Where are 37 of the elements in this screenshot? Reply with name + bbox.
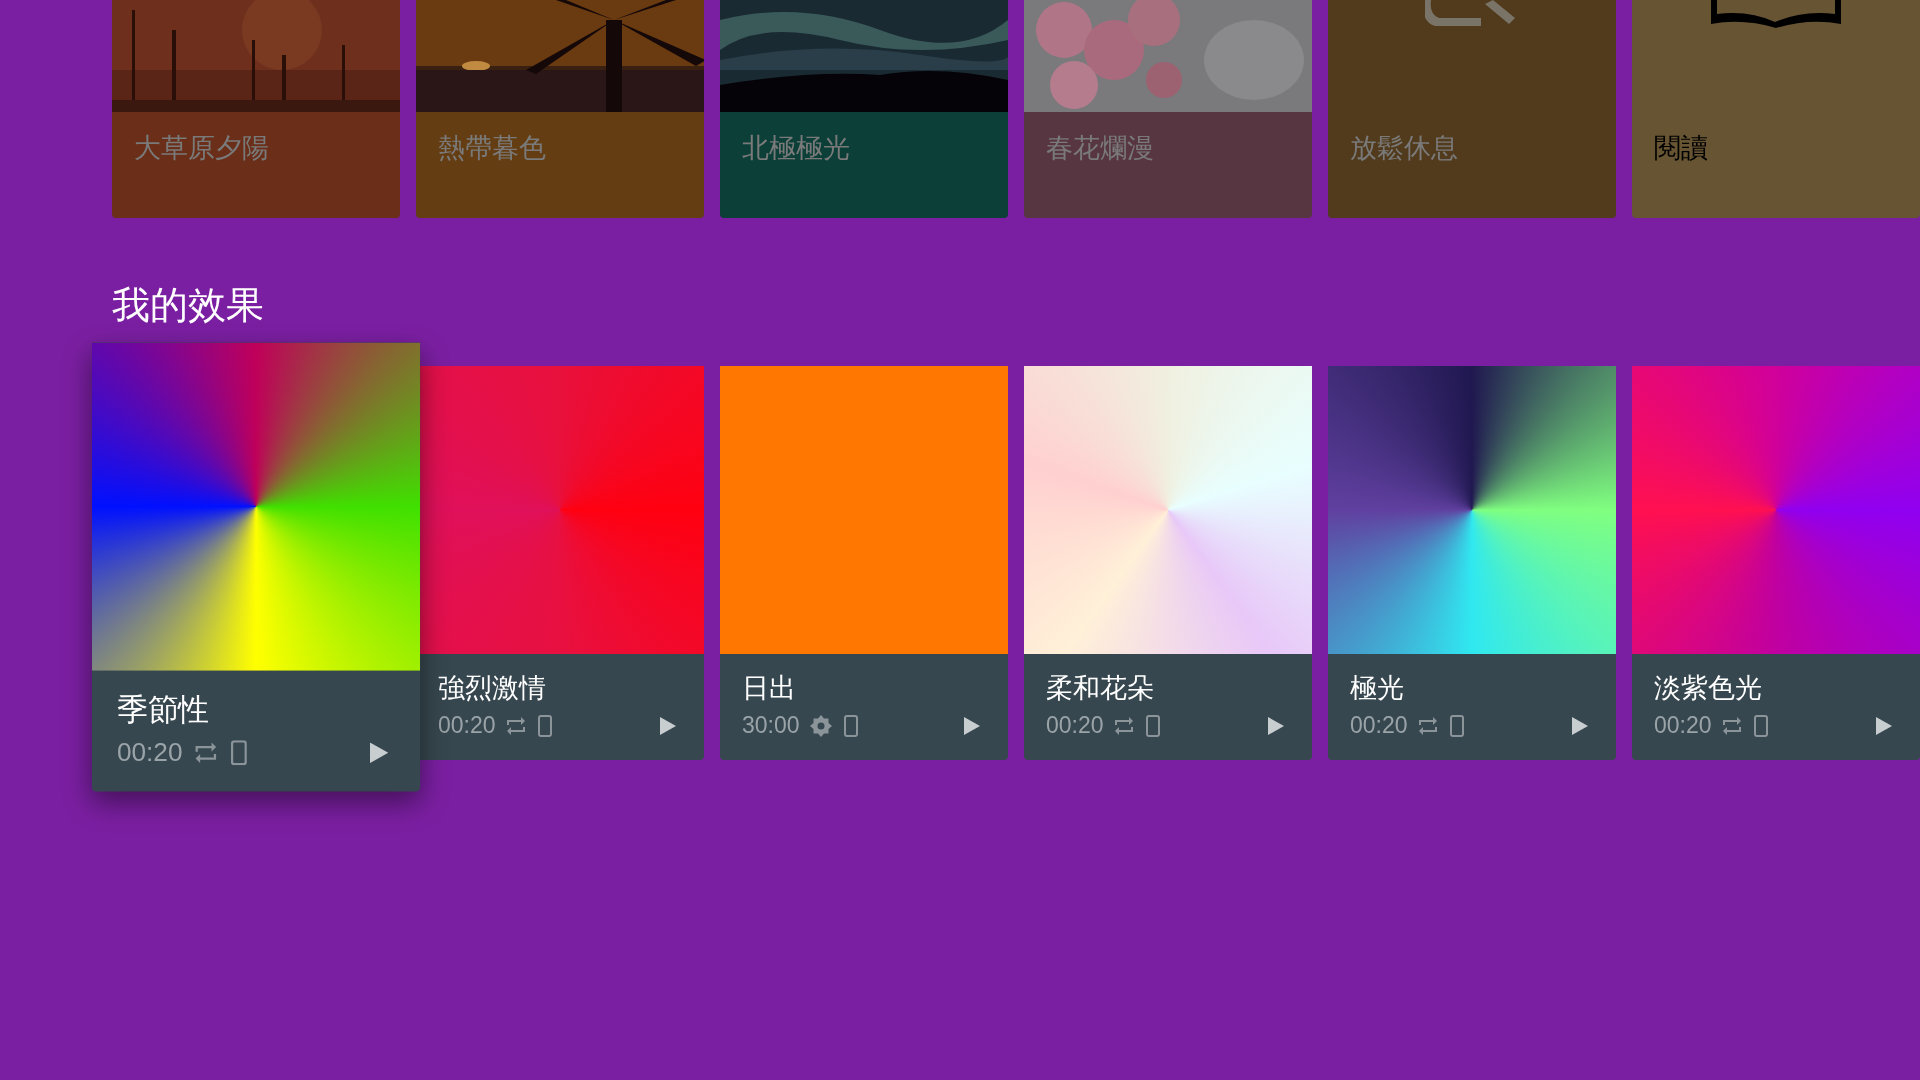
effect-card[interactable]: 柔和花朵 00:20 (1024, 366, 1312, 760)
effect-title: 日出 (742, 671, 796, 705)
effect-duration: 00:20 (116, 736, 183, 768)
phone-icon (1449, 714, 1464, 737)
effect-card[interactable]: 日出 30:00 (720, 366, 1008, 760)
scene-title: 閱讀 (1654, 131, 1708, 165)
phone-icon (230, 739, 247, 765)
scene-title: 熱帶暮色 (438, 131, 546, 165)
book-icon (1709, 0, 1843, 28)
play-icon[interactable] (370, 742, 389, 763)
effect-duration: 00:20 (1654, 712, 1712, 739)
effect-duration: 00:20 (1350, 712, 1408, 739)
scene-title: 北極極光 (742, 131, 850, 165)
effect-title: 極光 (1350, 671, 1404, 705)
scene-title: 大草原夕陽 (134, 131, 269, 165)
play-icon[interactable] (1572, 716, 1588, 735)
effect-duration: 30:00 (742, 712, 800, 739)
effect-duration: 00:20 (438, 712, 496, 739)
play-icon[interactable] (1876, 716, 1892, 735)
play-icon[interactable] (660, 716, 676, 735)
play-icon[interactable] (1268, 716, 1284, 735)
scene-title: 放鬆休息 (1350, 131, 1458, 165)
effect-title: 柔和花朵 (1046, 671, 1154, 705)
section-title: 我的效果 (112, 282, 264, 329)
effect-card[interactable]: 淡紫色光 00:20 (1632, 366, 1920, 760)
phone-icon (537, 714, 552, 737)
effect-duration: 00:20 (1046, 712, 1104, 739)
effect-title: 季節性 (116, 690, 210, 729)
effect-card[interactable]: 極光 00:20 (1328, 366, 1616, 760)
scene-title: 春花爛漫 (1046, 131, 1154, 165)
phone-icon (843, 714, 858, 737)
effect-title: 強烈激情 (438, 671, 546, 705)
phone-icon (1145, 714, 1160, 737)
phone-icon (1753, 714, 1768, 737)
effect-title: 淡紫色光 (1654, 671, 1762, 705)
play-icon[interactable] (964, 716, 980, 735)
effect-card[interactable]: 季節性 00:20 (91, 342, 421, 792)
